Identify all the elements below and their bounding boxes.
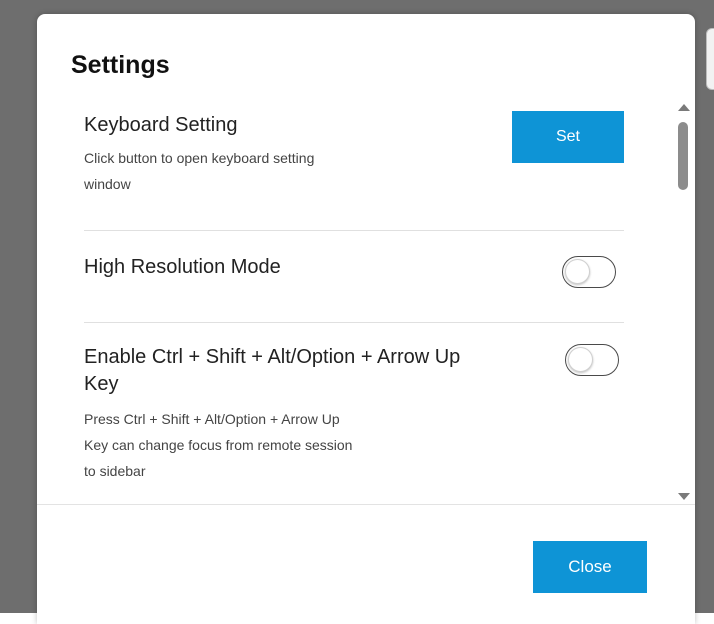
- high-resolution-toggle[interactable]: [562, 256, 616, 288]
- settings-scroll-area[interactable]: Keyboard Setting Click button to open ke…: [37, 104, 695, 504]
- setting-focus-shortcut-description-line: Key can change focus from remote session: [84, 437, 353, 453]
- focus-shortcut-toggle[interactable]: [565, 344, 619, 376]
- setting-focus-shortcut-description-line: Press Ctrl + Shift + Alt/Option + Arrow …: [84, 411, 340, 427]
- setting-divider: [84, 230, 624, 231]
- setting-focus-shortcut-title: Enable Ctrl + Shift + Alt/Option + Arrow…: [84, 344, 564, 398]
- background-panel-edge: [706, 28, 714, 90]
- setting-divider: [84, 322, 624, 323]
- toggle-knob: [568, 347, 593, 372]
- footer-divider: [37, 504, 695, 505]
- keyboard-set-button[interactable]: Set: [512, 111, 624, 163]
- toggle-knob: [565, 259, 590, 284]
- setting-high-resolution: High Resolution Mode: [84, 254, 624, 281]
- dialog-title: Settings: [71, 51, 170, 79]
- vertical-scrollbar[interactable]: [677, 102, 691, 502]
- setting-focus-shortcut-description-line: to sidebar: [84, 463, 146, 479]
- setting-focus-shortcut-description: Press Ctrl + Shift + Alt/Option + Arrow …: [84, 406, 564, 484]
- scroll-up-arrow-icon[interactable]: [678, 104, 690, 111]
- settings-dialog: Settings Keyboard Setting Click button t…: [37, 14, 695, 624]
- setting-high-resolution-title: High Resolution Mode: [84, 256, 281, 278]
- setting-focus-shortcut-title-line: Enable Ctrl + Shift + Alt/Option + Arrow…: [84, 346, 461, 368]
- setting-focus-shortcut-title-line: Key: [84, 373, 119, 395]
- scroll-down-arrow-icon[interactable]: [678, 493, 690, 500]
- scrollbar-thumb[interactable]: [678, 122, 688, 190]
- setting-focus-shortcut: Enable Ctrl + Shift + Alt/Option + Arrow…: [84, 344, 564, 484]
- close-button[interactable]: Close: [533, 541, 647, 593]
- setting-keyboard-description-line: window: [84, 176, 131, 192]
